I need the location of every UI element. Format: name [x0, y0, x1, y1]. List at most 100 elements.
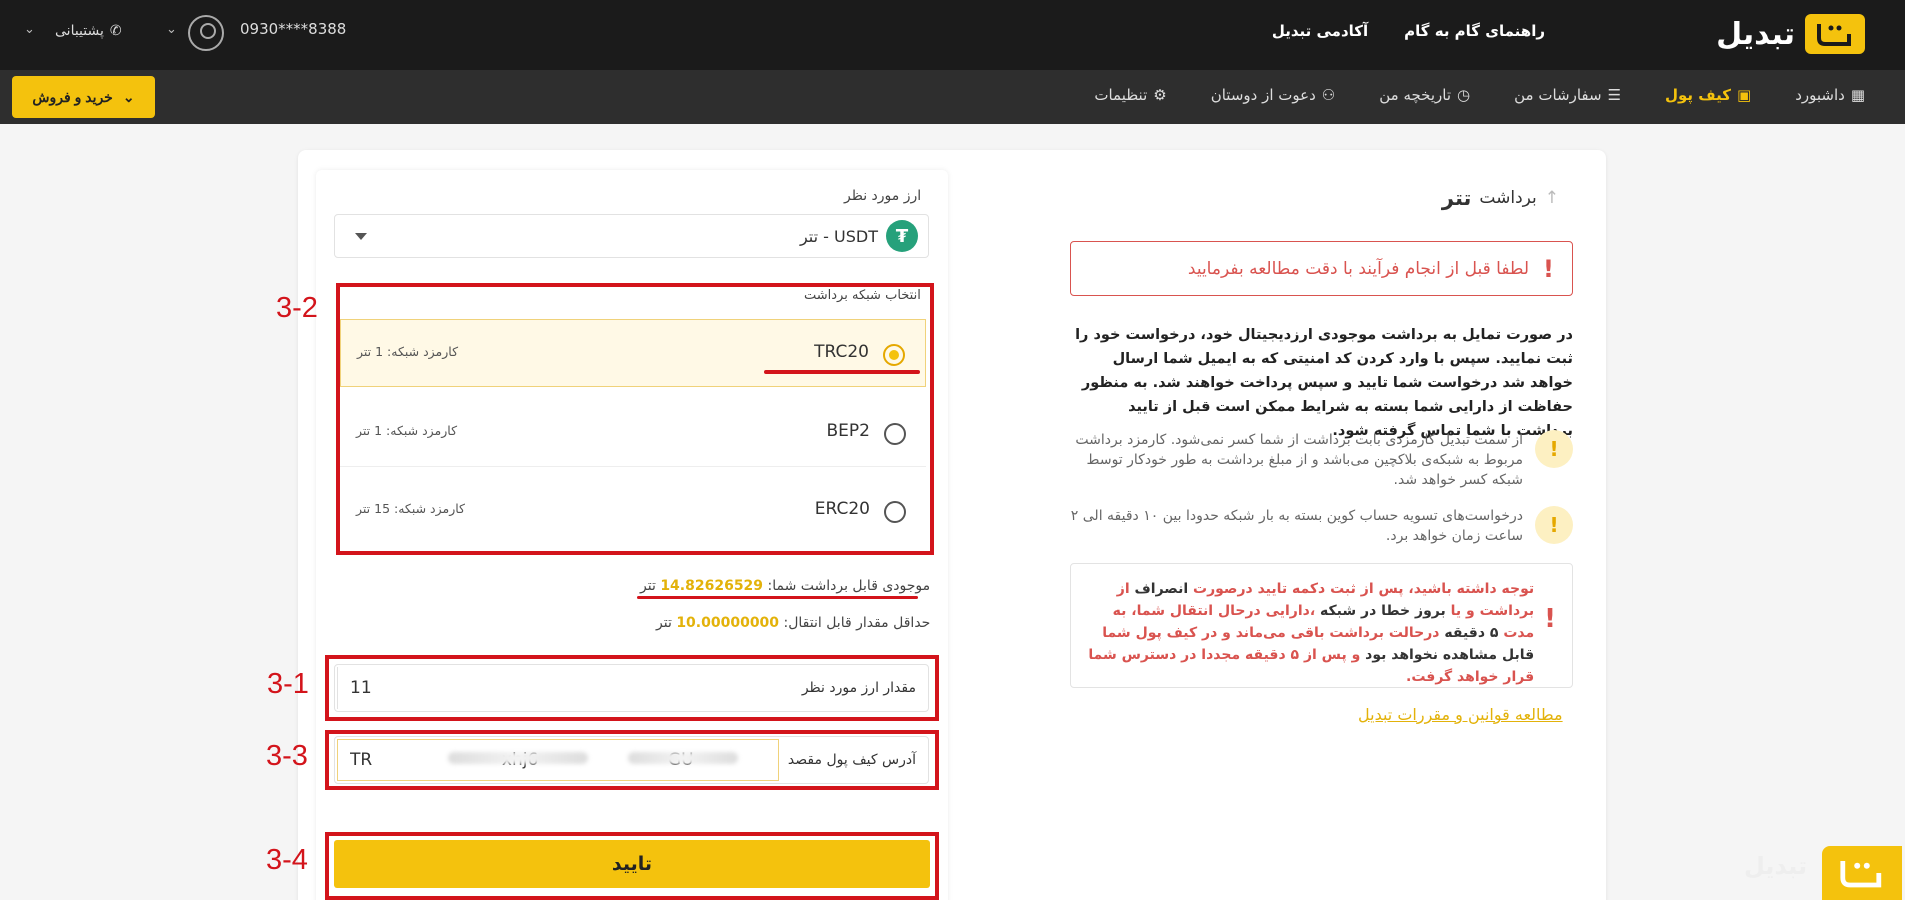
logo-icon [1805, 14, 1865, 54]
tab-settings[interactable]: ⚙ تنظیمات [1094, 86, 1166, 104]
dashboard-icon: ▦ [1850, 86, 1865, 104]
amount-label: مقدار ارز مورد نظر [801, 680, 916, 696]
radio-button[interactable] [884, 423, 906, 445]
note-fee: ! از سمت تبدیل کارمزدی بابت برداشت از شم… [1070, 430, 1573, 490]
chevron-down-icon[interactable]: ⌄ [166, 22, 177, 37]
warning-box: ! توجه داشته باشید، پس از ثبت دکمه تایید… [1070, 563, 1573, 688]
tab-label: سفارشات من [1514, 86, 1602, 104]
exclamation-icon: ! [1543, 254, 1554, 283]
warning-text: توجه داشته باشید، پس از ثبت دکمه تایید د… [1087, 578, 1535, 685]
nav-academy[interactable]: آکادمی تبدیل [1272, 22, 1368, 40]
caret-down-icon [355, 233, 367, 240]
avatar[interactable] [188, 15, 224, 51]
page-title: ↑ برداشت تتر [1442, 186, 1559, 210]
radio-button[interactable] [883, 344, 905, 366]
tab-wallet[interactable]: ▣ کیف پول [1665, 86, 1751, 104]
history-icon: ◷ [1457, 86, 1471, 104]
tab-label: تاریخچه من [1379, 86, 1452, 104]
warning-icon: ! [1535, 430, 1573, 468]
warn-part: قابل مشاهده نخواهد بود [1365, 647, 1535, 663]
warn-part: بروز خطا در شبکه [1320, 603, 1446, 619]
network-name: BEP2 [826, 421, 870, 441]
currency-value: USDT - تتر [799, 226, 878, 246]
buy-sell-label: خرید و فروش [32, 88, 113, 105]
tab-label: تنظیمات [1094, 86, 1148, 104]
currency-select[interactable]: ₮ USDT - تتر [334, 214, 929, 258]
annotation-underline [637, 596, 918, 599]
support-link[interactable]: پشتیبانی ✆ [55, 23, 122, 39]
exclamation-icon: ! [1544, 604, 1556, 634]
description-text: در صورت تمایل به برداشت موجودی ارزدیجیتا… [1075, 327, 1573, 439]
address-label: آدرس کیف پول مقصد [787, 752, 916, 768]
title-coin: تتر [1441, 186, 1472, 210]
min-value: 10.00000000 [676, 615, 780, 631]
confirm-button[interactable]: تایید [334, 840, 930, 888]
balance-label: موجودی قابل برداشت شما: [767, 578, 931, 594]
title-prefix: برداشت [1479, 188, 1537, 208]
brand-name: تبدیل [1716, 16, 1795, 52]
network-option-erc20[interactable]: ERC20 کارمزد شبکه: 15 تتر [340, 477, 926, 545]
note-text: از سمت تبدیل کارمزدی بابت برداشت از شما … [1075, 432, 1523, 488]
min-unit: تتر [656, 615, 672, 631]
alert-box: ! لطفا قبل از انجام فرآیند با دقت مطالعه… [1070, 241, 1573, 296]
buy-sell-button[interactable]: خرید و فروش ⌄ [12, 76, 155, 118]
network-name: ERC20 [814, 499, 870, 519]
step-label: 3-4 [266, 844, 308, 876]
top-nav: راهنمای گام به گام آکادمی تبدیل [1272, 22, 1545, 40]
phone-icon: ✆ [109, 23, 122, 39]
orders-icon: ☰ [1607, 86, 1622, 104]
top-bar: تبدیل راهنمای گام به گام آکادمی تبدیل 09… [0, 0, 1905, 70]
min-label: حداقل مقدار قابل انتقال: [783, 615, 931, 631]
arrow-up-icon: ↑ [1544, 188, 1559, 208]
alert-text: لطفا قبل از انجام فرآیند با دقت مطالعه ب… [1187, 258, 1530, 279]
available-balance: موجودی قابل برداشت شما: 14.82626529 تتر [640, 578, 930, 594]
chevron-down-icon[interactable]: ⌄ [24, 22, 35, 37]
network-name: TRC20 [814, 342, 869, 362]
tab-label: کیف پول [1665, 86, 1731, 104]
tether-icon: ₮ [886, 220, 918, 252]
note-time: ! درخواست‌های تسویه حساب کوین بسته به با… [1070, 506, 1573, 546]
annotation-underline [764, 370, 920, 374]
gear-icon: ⚙ [1153, 86, 1167, 104]
network-fee: کارمزد شبکه: 1 تتر [357, 344, 459, 359]
amount-input[interactable] [337, 667, 779, 709]
currency-label: ارز مورد نظر [844, 188, 922, 204]
tab-orders[interactable]: ☰ سفارشات من [1514, 86, 1621, 104]
network-option-trc20[interactable]: TRC20 کارمزد شبکه: 1 تتر [340, 319, 926, 387]
note-text: درخواست‌های تسویه حساب کوین بسته به بار … [1070, 508, 1523, 544]
tab-label: دعوت از دوستان [1210, 86, 1316, 104]
tab-history[interactable]: ◷ تاریخچه من [1379, 86, 1470, 104]
amount-field-row: مقدار ارز مورد نظر [334, 664, 929, 712]
step-label: 3-1 [267, 668, 309, 700]
warn-part: انصراف [1134, 581, 1189, 597]
balance-value: 14.82626529 [660, 578, 764, 594]
redacted-blur [448, 752, 588, 764]
network-label: انتخاب شبکه برداشت [804, 288, 921, 303]
user-phone[interactable]: 0930****8388 [240, 20, 346, 38]
network-option-bep2[interactable]: BEP2 کارمزد شبکه: 1 تتر [340, 399, 926, 467]
radio-button[interactable] [884, 501, 906, 523]
network-fee: کارمزد شبکه: 15 تتر [356, 501, 465, 516]
tab-dashboard[interactable]: ▦ داشبورد [1795, 86, 1865, 104]
network-fee: کارمزد شبکه: 1 تتر [356, 423, 458, 438]
minimum-amount: حداقل مقدار قابل انتقال: 10.00000000 تتر [656, 615, 930, 631]
redacted-blur [628, 752, 738, 764]
brand-watermark: تبدیل [1744, 852, 1808, 880]
warn-part: درحالت برداشت باقی می‌ماند و در کیف پول … [1102, 625, 1440, 641]
wallet-icon: ▣ [1737, 86, 1752, 104]
tab-label: داشبورد [1795, 86, 1845, 104]
step-label: 3-3 [266, 740, 308, 772]
sub-nav: ▦ داشبورد ▣ کیف پول ☰ سفارشات من ◷ تاریخچه م… [1094, 86, 1865, 104]
logo-icon [1822, 846, 1902, 900]
warning-icon: ! [1535, 506, 1573, 544]
brand-logo[interactable]: تبدیل [1716, 14, 1865, 54]
nav-guide[interactable]: راهنمای گام به گام [1404, 22, 1545, 40]
users-icon: ⚇ [1321, 86, 1336, 104]
warn-part: و پس از [1303, 647, 1361, 663]
warn-part: توجه داشته باشید، پس از ثبت دکمه تایید د… [1193, 581, 1535, 597]
tab-invite[interactable]: ⚇ دعوت از دوستان [1211, 86, 1336, 104]
rules-link[interactable]: مطالعه قوانین و مقررات تبدیل [1358, 705, 1563, 724]
sub-nav-bar: ▦ داشبورد ▣ کیف پول ☰ سفارشات من ◷ تاریخچه م… [0, 70, 1905, 124]
warn-part: ۵ دقیقه [1444, 625, 1499, 641]
balance-unit: تتر [640, 578, 656, 594]
